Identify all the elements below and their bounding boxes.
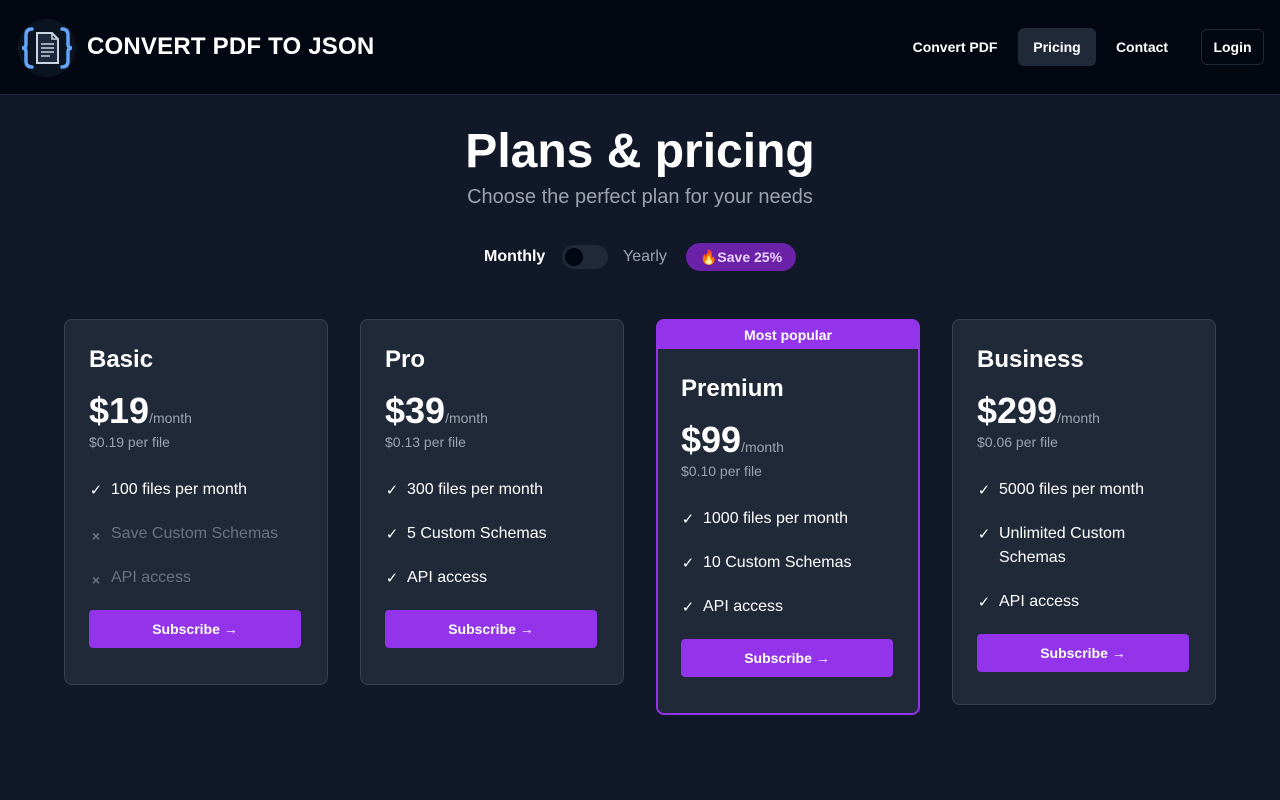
plan-card-premium: Most popular Premium $99/month $0.10 per fi… — [656, 319, 920, 715]
price-row: $99/month — [681, 419, 895, 461]
price-per-file: $0.19 per file — [89, 434, 170, 450]
plan-price: $39 — [385, 390, 446, 431]
billing-yearly-label[interactable]: Yearly — [623, 247, 667, 267]
price-period: /month — [445, 410, 488, 426]
checkmark-icon: ✓ — [385, 482, 399, 499]
feature-item: ✓ 5 Custom Schemas — [385, 522, 599, 546]
brand-title[interactable]: CONVERT PDF TO JSON — [87, 33, 374, 61]
checkmark-icon: ✓ — [681, 599, 695, 616]
price-period: /month — [741, 439, 784, 455]
feature-list: ✓ 300 files per month ✓ 5 Custom Schemas ✓ AP… — [385, 478, 599, 590]
feature-item: × API access — [89, 566, 303, 590]
feature-text: 5000 files per month — [999, 481, 1144, 498]
feature-text: API access — [111, 569, 192, 586]
feature-list: ✓ 5000 files per month ✓ Unlimited Custom S… — [977, 478, 1191, 614]
feature-item: ✓ 100 files per month — [89, 478, 303, 502]
price-period: /month — [149, 410, 192, 426]
plan-name: Pro — [385, 346, 426, 373]
switch-knob — [565, 248, 583, 266]
subscribe-button[interactable]: Subscribe → — [385, 610, 597, 648]
feature-text: 5 Custom Schemas — [407, 525, 547, 542]
site-header: CONVERT PDF TO JSON Convert PDF Pricing … — [0, 0, 1280, 95]
feature-text: Save Custom Schemas — [111, 525, 279, 542]
feature-text: 100 files per month — [111, 481, 248, 498]
checkmark-icon: ✓ — [89, 482, 103, 499]
checkmark-icon: ✓ — [977, 594, 991, 611]
fire-icon: 🔥 — [699, 249, 718, 265]
cross-icon: × — [91, 572, 101, 588]
feature-text: API access — [703, 598, 784, 615]
price-row: $299/month — [977, 390, 1191, 432]
feature-text: 1000 files per month — [703, 510, 848, 527]
feature-text: Unlimited Custom Schemas — [999, 525, 1126, 566]
plan-price: $19 — [89, 390, 150, 431]
price-row: $19/month — [89, 390, 303, 432]
plan-name: Basic — [89, 346, 154, 373]
plan-price: $299 — [977, 390, 1058, 431]
cross-icon: × — [91, 528, 101, 544]
price-per-file: $0.10 per file — [681, 463, 762, 479]
feature-item: ✓ API access — [385, 566, 599, 590]
billing-monthly-label[interactable]: Monthly — [484, 247, 545, 267]
feature-text: 10 Custom Schemas — [703, 554, 852, 571]
checkmark-icon: ✓ — [681, 555, 695, 572]
plan-card-business: Business $299/month $0.06 per file ✓ 5000 fi… — [952, 319, 1216, 705]
page-title: Plans & pricing — [465, 125, 815, 178]
checkmark-icon: ✓ — [977, 526, 991, 543]
feature-text: API access — [407, 569, 488, 586]
nav-convert-pdf[interactable]: Convert PDF — [901, 28, 1009, 66]
plan-card-pro: Pro $39/month $0.13 per file ✓ 300 files per… — [360, 319, 624, 685]
page-subtitle: Choose the perfect plan for your needs — [467, 186, 813, 208]
plan-name: Premium — [681, 375, 784, 402]
checkmark-icon: ✓ — [385, 526, 399, 543]
feature-item: ✓ Unlimited Custom Schemas — [977, 522, 1191, 570]
feature-item: ✓ 1000 files per month — [681, 507, 895, 531]
feature-item: ✓ API access — [977, 590, 1191, 614]
nav-pricing[interactable]: Pricing — [1018, 28, 1096, 66]
login-button[interactable]: Login — [1201, 29, 1264, 65]
billing-period-switch[interactable] — [562, 245, 608, 269]
subscribe-button[interactable]: Subscribe → — [977, 634, 1189, 672]
plan-price: $99 — [681, 419, 742, 460]
plan-name: Business — [977, 346, 1084, 373]
checkmark-icon: ✓ — [977, 482, 991, 499]
most-popular-badge: Most popular — [658, 321, 918, 349]
feature-text: 300 files per month — [407, 481, 544, 498]
feature-list: ✓ 1000 files per month ✓ 10 Custom Schemas ✓… — [681, 507, 895, 619]
feature-list: ✓ 100 files per month × Save Custom Schemas… — [89, 478, 303, 590]
price-period: /month — [1057, 410, 1100, 426]
price-per-file: $0.13 per file — [385, 434, 466, 450]
price-per-file: $0.06 per file — [977, 434, 1058, 450]
feature-item: ✓ API access — [681, 595, 895, 619]
json-document-icon[interactable] — [18, 19, 76, 77]
checkmark-icon: ✓ — [681, 511, 695, 528]
feature-item: ✓ 300 files per month — [385, 478, 599, 502]
feature-item: ✓ 5000 files per month — [977, 478, 1191, 502]
nav-contact[interactable]: Contact — [1104, 28, 1180, 66]
plan-card-basic: Basic $19/month $0.19 per file ✓ 100 files p… — [64, 319, 328, 685]
subscribe-button[interactable]: Subscribe → — [89, 610, 301, 648]
feature-text: API access — [999, 593, 1080, 610]
save-badge-text: Save 25% — [717, 249, 783, 265]
feature-item: ✓ 10 Custom Schemas — [681, 551, 895, 575]
subscribe-button[interactable]: Subscribe → — [681, 639, 893, 677]
save-badge: 🔥Save 25% — [686, 243, 796, 271]
price-row: $39/month — [385, 390, 599, 432]
checkmark-icon: ✓ — [385, 570, 399, 587]
feature-item: × Save Custom Schemas — [89, 522, 303, 546]
